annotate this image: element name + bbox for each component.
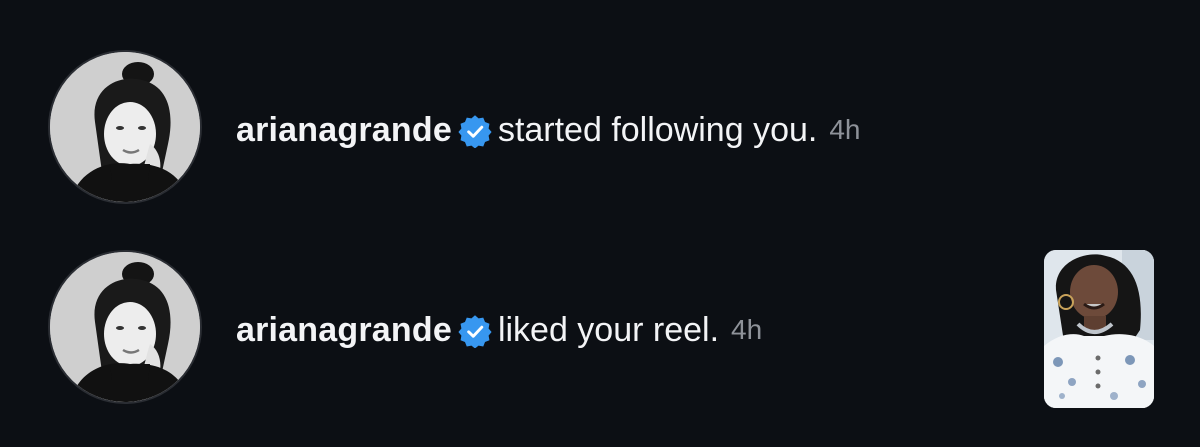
notification-timestamp: 4h [731, 314, 763, 345]
profile-photo [50, 252, 200, 402]
notification-text: arianagrande started following you. 4h [236, 108, 861, 152]
avatar[interactable] [48, 250, 202, 404]
notification-item-follow[interactable]: arianagrande started following you. 4h [0, 50, 1200, 210]
profile-photo [50, 52, 200, 202]
reel-thumbnail-image [1044, 250, 1154, 408]
notification-action-text: liked your reel. [497, 311, 720, 349]
verified-badge-icon [458, 314, 492, 348]
notification-text: arianagrande liked your reel. 4h [236, 308, 762, 352]
reel-thumbnail[interactable] [1044, 250, 1154, 408]
notification-timestamp: 4h [829, 114, 861, 145]
notification-action-text: started following you. [497, 111, 818, 149]
verified-badge-icon [458, 114, 492, 148]
notification-item-like[interactable]: arianagrande liked your reel. 4h [0, 250, 1200, 410]
username-link[interactable]: arianagrande [236, 308, 452, 352]
avatar[interactable] [48, 50, 202, 204]
username-link[interactable]: arianagrande [236, 108, 452, 152]
